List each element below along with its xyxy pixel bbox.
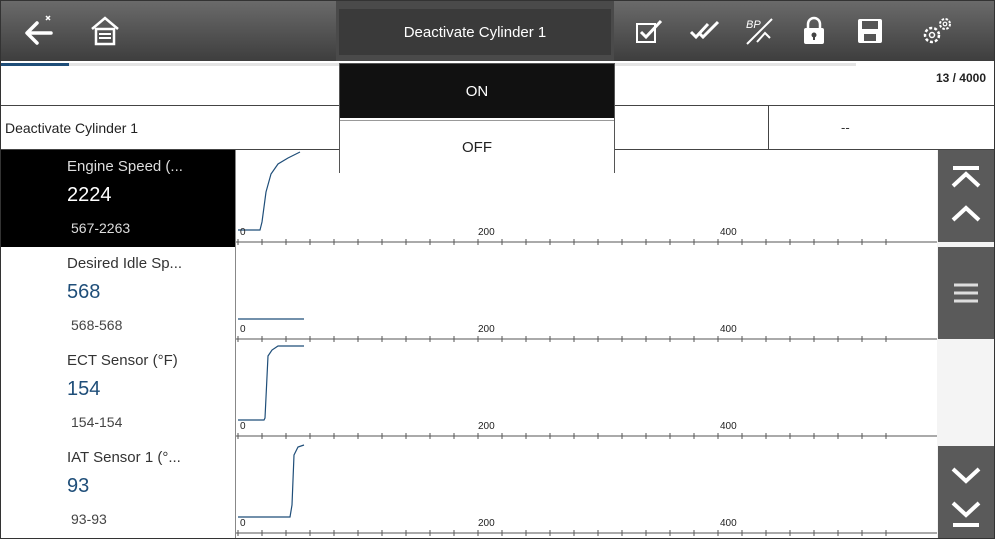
option-off[interactable]: OFF (340, 120, 614, 174)
pid-name: Engine Speed (... (67, 158, 183, 175)
pid-row[interactable]: IAT Sensor 1 (°... 93 93-93 0 200 400 (1, 441, 938, 538)
pid-name: Desired Idle Sp... (67, 255, 183, 272)
x-axis-tick-label: 400 (720, 421, 737, 432)
settings-icon[interactable] (917, 11, 957, 51)
functional-test-label: Deactivate Cylinder 1 (5, 120, 139, 136)
test-options-dropdown: ON OFF (339, 63, 615, 174)
toolbar: Deactivate Cylinder 1 BP (1, 1, 994, 61)
functional-test-value: -- (841, 120, 850, 135)
pid-trigger-icon[interactable]: BP (739, 11, 779, 51)
pid-name: ECT Sensor (°F) (67, 352, 178, 369)
x-axis-tick-label: 200 (478, 421, 495, 432)
pid-graph[interactable]: 0 200 400 (235, 441, 938, 538)
pid-graph-svg (236, 444, 938, 536)
frame-counter: 13 / 4000 (935, 71, 986, 85)
pid-label-cell[interactable]: ECT Sensor (°F) 154 154-154 (1, 344, 235, 441)
pid-label-cell[interactable]: Engine Speed (... 2224 567-2263 (1, 150, 235, 247)
pid-label-cell[interactable]: IAT Sensor 1 (°... 93 93-93 (1, 441, 235, 538)
scroll-top-button[interactable] (938, 150, 994, 242)
record-progress-fill (1, 63, 70, 66)
pid-graph-svg (236, 345, 938, 439)
pid-row[interactable]: ECT Sensor (°F) 154 154-154 0 200 400 (1, 344, 938, 441)
save-icon[interactable] (850, 11, 890, 51)
option-on[interactable]: ON (340, 64, 614, 118)
parameter-select-button[interactable]: Deactivate Cylinder 1 (339, 9, 611, 55)
pid-label-cell[interactable]: Desired Idle Sp... 568 568-568 (1, 247, 235, 344)
pid-value: 154 (67, 378, 101, 400)
x-axis-tick-label: 400 (720, 518, 737, 529)
scroll-thumb[interactable] (938, 247, 994, 339)
pid-trace (238, 444, 305, 518)
pid-range: 154-154 (71, 414, 123, 430)
x-axis-tick-label: 200 (478, 324, 495, 335)
x-axis-tick-label: 0 (240, 421, 246, 432)
pid-range: 93-93 (71, 511, 107, 527)
app-window: Deactivate Cylinder 1 BP 13 / 4000 Deact… (0, 0, 995, 539)
scroll-bottom-button[interactable] (938, 446, 994, 538)
x-axis-tick-label: 0 (240, 518, 246, 529)
pid-value: 2224 (67, 184, 112, 206)
pid-graph[interactable]: 0 200 400 (235, 247, 938, 344)
pid-value: 568 (67, 281, 101, 303)
toolbar-title: Deactivate Cylinder 1 (403, 23, 547, 41)
pid-value: 93 (67, 475, 90, 497)
pid-graph-svg (236, 318, 938, 342)
x-axis-tick-label: 0 (240, 324, 246, 335)
pid-trace (238, 345, 304, 421)
checklist-icon[interactable] (629, 11, 669, 51)
pid-trace (238, 151, 301, 231)
scroll-bar (937, 150, 994, 538)
svg-text:BP: BP (746, 19, 761, 31)
home-icon[interactable] (85, 11, 125, 51)
pid-range: 567-2263 (71, 220, 131, 236)
x-axis-tick-label: 200 (478, 518, 495, 529)
x-axis-tick-label: 400 (720, 227, 737, 238)
x-axis-tick-label: 400 (720, 324, 737, 335)
double-check-icon[interactable] (685, 11, 725, 51)
divider (768, 106, 769, 149)
x-axis-tick-label: 200 (478, 227, 495, 238)
x-axis-tick-label: 0 (240, 227, 246, 238)
lock-icon[interactable] (794, 11, 834, 51)
pid-graph[interactable]: 0 200 400 (235, 344, 938, 441)
pid-row[interactable]: Desired Idle Sp... 568 568-568 0 200 400 (1, 247, 938, 344)
pid-range: 568-568 (71, 317, 123, 333)
pid-name: IAT Sensor 1 (°... (67, 449, 181, 466)
back-icon[interactable] (19, 11, 59, 51)
